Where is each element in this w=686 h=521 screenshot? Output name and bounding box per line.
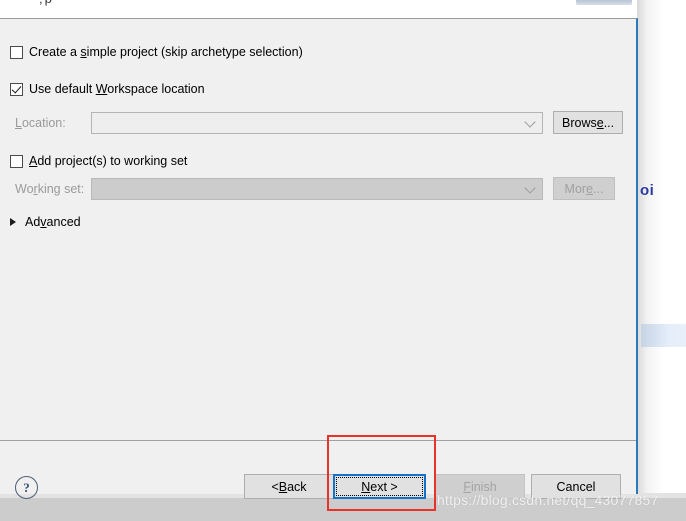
working-set-label: Working set:	[0, 182, 91, 196]
advanced-disclosure[interactable]: Advanced	[10, 215, 81, 229]
label-mnemonic: L	[15, 115, 22, 130]
dialog-content-area: Create a simple project (skip archetype …	[0, 19, 636, 440]
label-part-post: anced	[46, 215, 81, 229]
checkbox-add-to-working-set-label: Add project(s) to working set	[29, 154, 187, 168]
checkbox-use-default-workspace-location[interactable]: Use default Workspace location	[10, 82, 205, 96]
focus-ring: Next >	[336, 477, 423, 496]
backdrop-editor-top-area	[0, 0, 637, 18]
new-maven-project-dialog: Create a simple project (skip archetype …	[0, 18, 638, 499]
backdrop-selected-row[interactable]	[641, 324, 686, 347]
working-set-field-row: Working set: Mor e...	[0, 177, 624, 200]
chevron-down-icon	[524, 181, 536, 194]
label-part-pre: Create a	[29, 45, 81, 59]
label-part-pre: Wo	[15, 181, 34, 196]
checkbox-use-default-workspace-location-box[interactable]	[10, 82, 23, 96]
checkbox-add-to-working-set-box[interactable]	[10, 154, 23, 168]
backdrop-clipped-text: ;p	[39, 0, 54, 6]
label-part-pre: <	[271, 479, 279, 494]
backdrop-editor-strip	[637, 0, 686, 493]
location-field-row: Location: Brows e...	[0, 111, 624, 134]
working-set-combobox[interactable]	[91, 177, 543, 200]
label-part-post: dd project(s) to working set	[37, 154, 188, 168]
label-part-pre: Use default	[29, 82, 96, 96]
advanced-label: Advanced	[25, 215, 81, 229]
checkbox-create-simple-project-label: Create a simple project (skip archetype …	[29, 45, 303, 59]
label-part-post: orkspace location	[107, 82, 205, 96]
label-part-post: ack	[287, 479, 307, 494]
help-icon[interactable]: ?	[15, 476, 38, 499]
label-mnemonic: e	[586, 181, 594, 196]
label-part-post: ext >	[370, 479, 398, 494]
label-part-post: ocation:	[21, 115, 66, 130]
label-part-pre: Mor	[564, 181, 587, 196]
checkbox-create-simple-project[interactable]: Create a simple project (skip archetype …	[10, 45, 303, 59]
checkbox-use-default-workspace-location-label: Use default Workspace location	[29, 82, 205, 96]
backdrop-code-fragment: oi	[640, 182, 655, 199]
label-mnemonic: N	[361, 479, 371, 494]
checkbox-create-simple-project-box[interactable]	[10, 45, 23, 59]
location-combobox[interactable]	[91, 111, 543, 134]
watermark-text: https://blog.csdn.net/qq_43077857	[437, 492, 659, 508]
label-mnemonic: B	[278, 479, 288, 494]
dialog-button-bar: ? < Back Next > Finish Cancel	[0, 440, 636, 499]
back-button[interactable]: < Back	[244, 474, 334, 499]
more-button[interactable]: Mor e...	[553, 177, 615, 200]
label-part-pre: Brows	[562, 115, 597, 130]
checkbox-add-to-working-set[interactable]: Add project(s) to working set	[10, 154, 187, 168]
location-label: Location:	[0, 116, 91, 130]
browse-button[interactable]: Brows e...	[553, 111, 624, 134]
label-part-pre: Ad	[25, 215, 41, 229]
label-mnemonic: W	[95, 82, 108, 96]
label-mnemonic: e	[596, 115, 604, 130]
triangle-right-icon	[10, 218, 16, 226]
label-part-post: ...	[593, 181, 604, 196]
backdrop-toolbar-button[interactable]	[576, 0, 632, 5]
chevron-down-icon	[524, 115, 536, 128]
label-part-post: king set:	[37, 181, 85, 196]
label-part-post: imple project (skip archetype selection)	[86, 45, 303, 59]
next-button[interactable]: Next >	[333, 474, 426, 499]
label-part-post: ...	[603, 115, 615, 130]
